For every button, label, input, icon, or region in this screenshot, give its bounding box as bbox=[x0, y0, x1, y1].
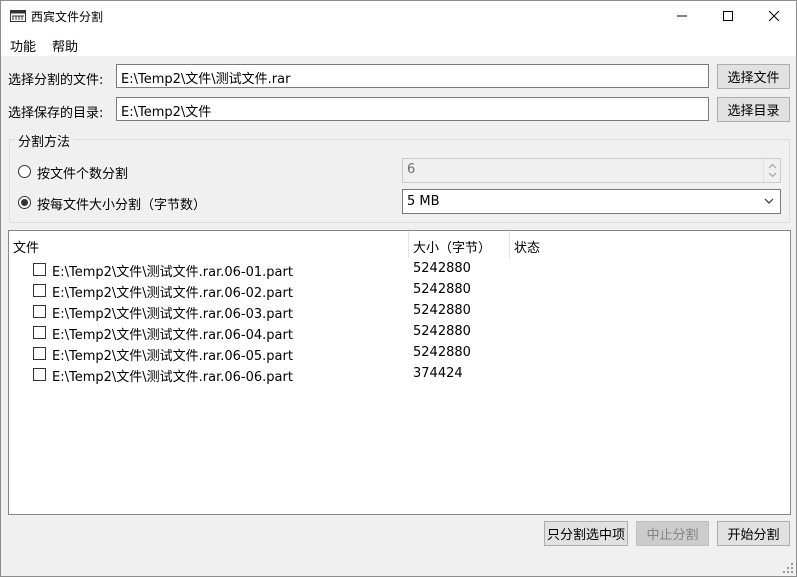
cell-file-name: E:\Temp2\文件\测试文件.rar.06-02.part bbox=[52, 286, 293, 301]
cell-file-name: E:\Temp2\文件\测试文件.rar.06-01.part bbox=[52, 265, 293, 280]
close-icon bbox=[769, 11, 779, 21]
table-row[interactable]: E:\Temp2\文件\测试文件.rar.06-04.part 5242880 bbox=[9, 322, 790, 343]
file-path-input[interactable]: E:\Temp2\文件\测试文件.rar bbox=[116, 64, 709, 88]
cell-file-size: 374424 bbox=[413, 366, 463, 381]
cell-file-size: 5242880 bbox=[413, 324, 471, 339]
chevron-down-icon bbox=[764, 198, 774, 204]
radio-by-size-label[interactable]: 按每文件大小分割（字节数） bbox=[37, 194, 206, 213]
size-select-value: 5 MB bbox=[407, 194, 440, 209]
column-header-file[interactable]: 文件 bbox=[13, 237, 39, 256]
split-selected-button[interactable]: 只分割选中项 bbox=[544, 521, 628, 546]
start-split-button[interactable]: 开始分割 bbox=[717, 521, 790, 546]
dir-path-input[interactable]: E:\Temp2\文件 bbox=[116, 97, 709, 121]
column-divider[interactable] bbox=[408, 231, 409, 258]
radio-by-size[interactable] bbox=[18, 196, 31, 209]
count-spinner: 6 bbox=[402, 158, 781, 183]
size-select[interactable]: 5 MB bbox=[402, 189, 781, 214]
cell-file-name: E:\Temp2\文件\测试文件.rar.06-03.part bbox=[52, 307, 293, 322]
list-header: 文件 大小（字节） 状态 bbox=[9, 231, 790, 258]
table-row[interactable]: E:\Temp2\文件\测试文件.rar.06-02.part 5242880 bbox=[9, 280, 790, 301]
dir-select-label: 选择保存的目录: bbox=[8, 106, 104, 121]
table-row[interactable]: E:\Temp2\文件\测试文件.rar.06-05.part 5242880 bbox=[9, 343, 790, 364]
radio-by-count[interactable] bbox=[18, 165, 31, 178]
stop-split-button[interactable]: 中止分割 bbox=[636, 521, 709, 546]
file-list[interactable]: 文件 大小（字节） 状态 E:\Temp2\文件\测试文件.rar.06-01.… bbox=[8, 230, 791, 515]
row-checkbox[interactable] bbox=[33, 305, 46, 318]
row-checkbox[interactable] bbox=[33, 326, 46, 339]
close-button[interactable] bbox=[751, 1, 797, 31]
cell-file-name: E:\Temp2\文件\测试文件.rar.06-06.part bbox=[52, 370, 293, 385]
radio-by-count-label[interactable]: 按文件个数分割 bbox=[37, 163, 128, 182]
radio-selected-dot bbox=[21, 199, 28, 206]
cell-file-size: 5242880 bbox=[413, 282, 471, 297]
row-checkbox[interactable] bbox=[33, 263, 46, 276]
table-row[interactable]: E:\Temp2\文件\测试文件.rar.06-01.part 5242880 bbox=[9, 259, 790, 280]
resize-grip-icon[interactable] bbox=[782, 562, 794, 574]
table-row[interactable]: E:\Temp2\文件\测试文件.rar.06-06.part 374424 bbox=[9, 364, 790, 385]
cell-file-size: 5242880 bbox=[413, 303, 471, 318]
choose-file-button[interactable]: 选择文件 bbox=[717, 64, 790, 89]
window-title: 西宾文件分割 bbox=[31, 10, 104, 24]
cell-file-name: E:\Temp2\文件\测试文件.rar.06-05.part bbox=[52, 349, 293, 364]
row-checkbox[interactable] bbox=[33, 368, 46, 381]
cell-file-size: 5242880 bbox=[413, 345, 471, 360]
menu-function[interactable]: 功能 bbox=[10, 36, 36, 55]
app-window: 西宾文件分割 功能 帮助 选择分割的文件: E:\Temp2\文件\测试文件.r… bbox=[0, 0, 797, 577]
app-icon bbox=[10, 9, 26, 23]
column-divider[interactable] bbox=[509, 231, 510, 258]
split-method-title: 分割方法 bbox=[15, 131, 74, 150]
row-checkbox[interactable] bbox=[33, 284, 46, 297]
title-bar: 西宾文件分割 bbox=[1, 1, 796, 32]
table-row[interactable]: E:\Temp2\文件\测试文件.rar.06-03.part 5242880 bbox=[9, 301, 790, 322]
cell-file-name: E:\Temp2\文件\测试文件.rar.06-04.part bbox=[52, 328, 293, 343]
spinner-arrows-icon bbox=[763, 159, 780, 182]
minimize-icon bbox=[677, 15, 687, 17]
column-header-size[interactable]: 大小（字节） bbox=[413, 237, 491, 256]
cell-file-size: 5242880 bbox=[413, 261, 471, 276]
menu-bar: 功能 帮助 bbox=[1, 32, 796, 56]
column-header-status[interactable]: 状态 bbox=[514, 237, 540, 256]
row-checkbox[interactable] bbox=[33, 347, 46, 360]
choose-dir-button[interactable]: 选择目录 bbox=[717, 97, 790, 122]
file-select-label: 选择分割的文件: bbox=[8, 73, 104, 88]
menu-help[interactable]: 帮助 bbox=[52, 36, 78, 55]
minimize-button[interactable] bbox=[659, 1, 705, 31]
maximize-icon bbox=[723, 11, 733, 21]
maximize-button[interactable] bbox=[705, 1, 751, 31]
count-spinner-value: 6 bbox=[407, 162, 416, 177]
